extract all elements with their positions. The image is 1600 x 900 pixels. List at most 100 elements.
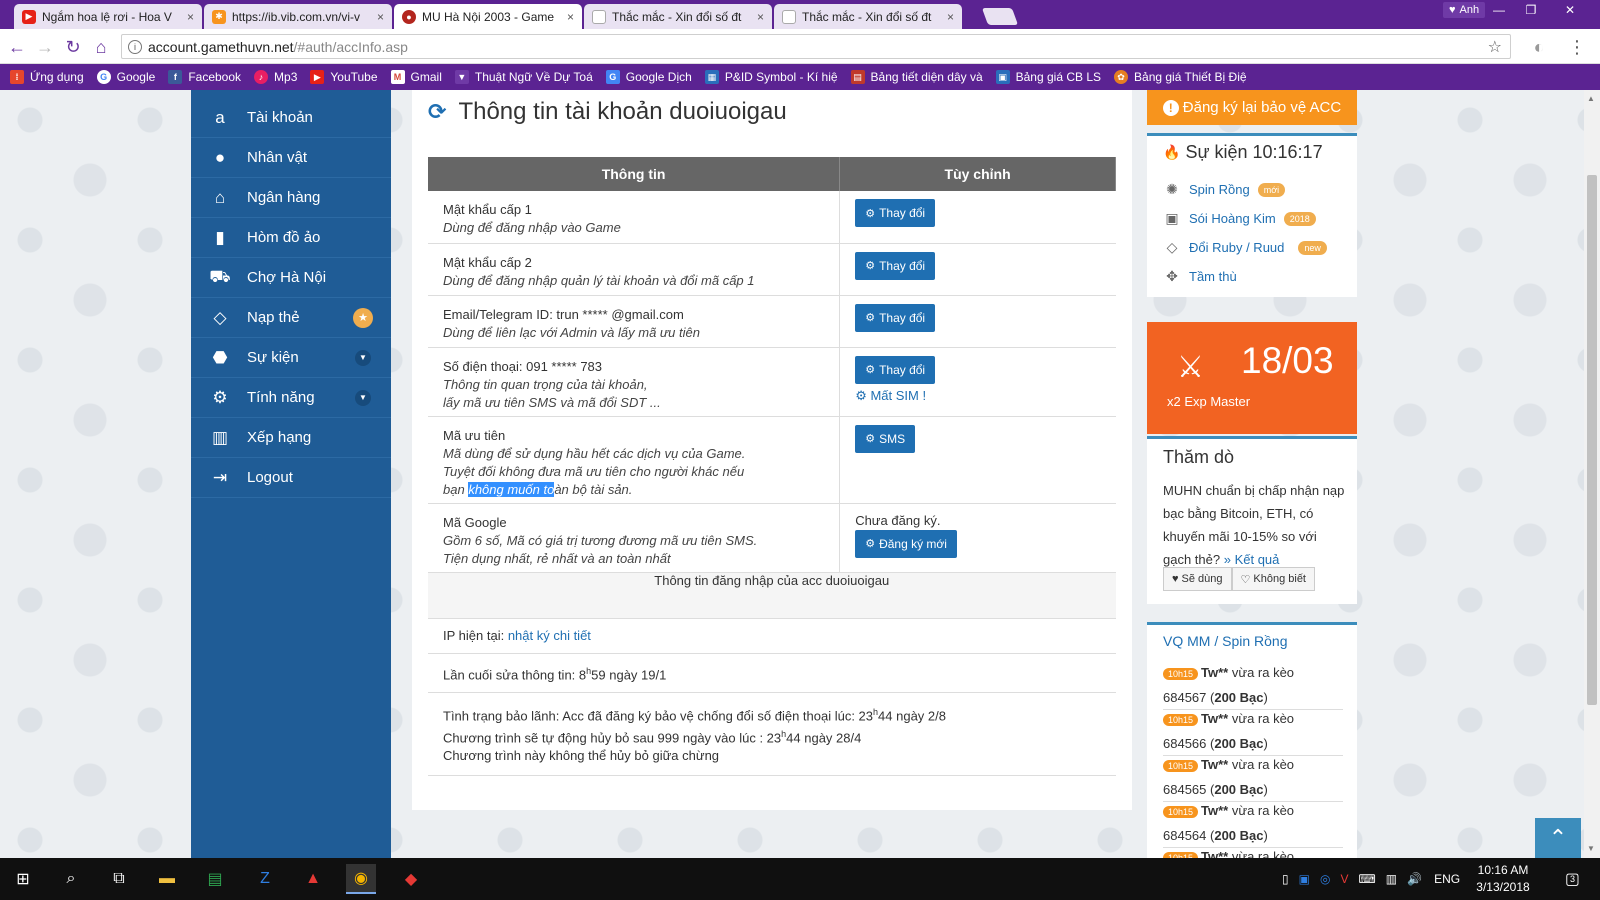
refresh-icon[interactable]: ⟳ (428, 99, 446, 125)
sms-button[interactable]: ⚙ SMS (855, 424, 916, 453)
youtube-favicon-icon: ▶ (22, 9, 36, 24)
sidebar-item-nap-the[interactable]: ◇ Nạp thẻ ★ (191, 298, 391, 338)
sidebar-item-xep-hang[interactable]: ▥ Xếp hạng (191, 418, 391, 458)
page-title: ⟳ Thông tin tài khoản duoiuoigau (428, 98, 787, 125)
app-icon[interactable]: ▤ (200, 864, 230, 894)
change-password1-button[interactable]: ⚙ Thay đổi (855, 199, 936, 227)
browser-tab[interactable]: ▶ Ngắm hoa lệ rơi - Hoa V × (14, 4, 202, 29)
menu-icon[interactable]: ⋮ (1566, 36, 1588, 58)
network-icon[interactable]: ▥ (1386, 872, 1397, 886)
vib-favicon-icon: ✱ (212, 9, 226, 24)
tray-icon[interactable]: V (1340, 872, 1348, 886)
forward-icon[interactable]: → (34, 36, 56, 58)
bookmarks-bar: ⁞ Ứng dụng G Google f Facebook ♪ Mp3 ▶ YouTub… (0, 64, 1600, 90)
tray-icon[interactable]: ⌨ (1358, 872, 1375, 886)
page-scrollbar[interactable]: ▲ ▼ (1584, 90, 1600, 858)
bookmark-star-icon[interactable]: ☆ (1488, 37, 1502, 57)
event-item[interactable]: ▣ Sói Hoàng Kim 2018 (1163, 210, 1316, 227)
reload-icon[interactable]: ↻ (62, 36, 84, 58)
vq-mm-link[interactable]: VQ MM (1163, 633, 1210, 649)
close-window-icon[interactable]: ✕ (1550, 0, 1590, 20)
language-indicator[interactable]: ENG (1434, 872, 1460, 886)
page-favicon-icon (592, 9, 606, 24)
garena-icon[interactable]: ◆ (396, 864, 426, 894)
chrome-icon[interactable]: ◉ (346, 864, 376, 894)
notifications-icon[interactable]: ▢ 3 (1555, 864, 1585, 894)
events-box: 🔥 Sự kiện 10:16:17 ✺ Spin Rồng mới ▣ Sói Hoà… (1147, 133, 1357, 297)
bookmark-item[interactable]: ▼ Thuật Ngữ Về Dự Toá (454, 70, 593, 84)
bookmark-item[interactable]: G Google Dịch (605, 70, 692, 84)
close-tab-icon[interactable]: × (187, 10, 194, 24)
scroll-down-icon[interactable]: ▼ (1587, 844, 1595, 853)
bookmark-item[interactable]: M Gmail (390, 70, 442, 84)
bookmark-item[interactable]: ▦ P&ID Symbol - Kí hiệ (704, 70, 838, 84)
back-icon[interactable]: ← (6, 36, 28, 58)
tray-icon[interactable]: ◎ (1320, 872, 1330, 886)
browser-tab-active[interactable]: ● MU Hà Nội 2003 - Game × (394, 4, 582, 29)
lost-sim-link[interactable]: ⚙ Mất SIM ! (855, 388, 1115, 404)
event-item[interactable]: ◇ Đổi Ruby / Ruud new (1163, 239, 1327, 256)
scrollbar-thumb[interactable] (1587, 175, 1597, 705)
new-tab-button[interactable] (981, 8, 1019, 25)
event-item[interactable]: ✥ Tầm thù (1163, 268, 1237, 285)
chevron-down-icon[interactable]: ▼ (355, 389, 371, 406)
sidebar-item-tinh-nang[interactable]: ⚙ Tính năng ▼ (191, 378, 391, 418)
browser-tab[interactable]: Thắc mắc - Xin đổi số đt × (774, 4, 962, 29)
windows-start-icon[interactable]: ⊞ (8, 864, 38, 894)
bookmark-item[interactable]: G Google (96, 70, 155, 84)
login-history-link[interactable]: nhật ký chi tiết (508, 628, 591, 643)
sidebar-item-hom-do-ao[interactable]: ▮ Hòm đồ ảo (191, 218, 391, 258)
bookmark-item[interactable]: ♪ Mp3 (254, 70, 297, 84)
address-bar[interactable]: i account.gamethuvn.net/#auth/accInfo.as… (121, 34, 1511, 59)
tray-icon[interactable]: ▯ (1282, 872, 1289, 886)
browser-tab[interactable]: Thắc mắc - Xin đổi số đt × (584, 4, 772, 29)
poll-no-button[interactable]: ♡ Không biết (1231, 567, 1315, 591)
site-info-icon[interactable]: i (128, 39, 142, 54)
extension-icon[interactable]: ◐ (1528, 36, 1550, 58)
minimize-icon[interactable]: — (1484, 0, 1514, 20)
file-explorer-icon[interactable]: ▬ (152, 864, 182, 894)
scroll-to-top-button[interactable]: ⌃ (1535, 818, 1581, 858)
change-phone-button[interactable]: ⚙ Thay đổi (855, 355, 936, 384)
bookmark-item[interactable]: ⁞ Ứng dụng (10, 70, 84, 84)
close-tab-icon[interactable]: × (947, 10, 954, 24)
protect-acc-button[interactable]: ! Đăng ký lại bảo vệ ACC (1147, 90, 1357, 125)
poll-result-link[interactable]: » Kết quả (1224, 552, 1280, 567)
promo-banner[interactable]: ⚔ 18/03 x2 Exp Master (1147, 322, 1357, 434)
chevron-down-icon[interactable]: ▼ (355, 349, 371, 366)
table-row: Lần cuối sửa thông tin: 8h59 ngày 19/1 (428, 653, 1116, 693)
bookmark-item[interactable]: ▶ YouTube (310, 70, 378, 84)
sidebar-item-su-kien[interactable]: ⬣ Sự kiện ▼ (191, 338, 391, 378)
change-email-button[interactable]: ⚙ Thay đổi (855, 303, 936, 332)
restore-icon[interactable]: ❐ (1516, 0, 1546, 20)
taskbar-clock[interactable]: 10:16 AM 3/13/2018 (1463, 862, 1543, 896)
bookmark-item[interactable]: ▣ Bảng giá CB LS (995, 70, 1101, 84)
event-item[interactable]: ✺ Spin Rồng mới (1163, 181, 1286, 198)
bookmark-item[interactable]: f Facebook (168, 70, 241, 84)
volume-icon[interactable]: 🔊 (1407, 872, 1422, 886)
bookmark-item[interactable]: ✿ Bảng giá Thiết Bị Điệ (1114, 70, 1247, 84)
tray-icon[interactable]: ▣ (1299, 872, 1310, 886)
task-view-icon[interactable]: ⧉ (104, 864, 134, 894)
close-tab-icon[interactable]: × (377, 10, 384, 24)
sidebar-item-logout[interactable]: ⇥ Logout (191, 458, 391, 498)
sidebar-item-nhan-vat[interactable]: ● Nhân vật (191, 138, 391, 178)
zalo-icon[interactable]: Z (250, 864, 280, 894)
close-tab-icon[interactable]: × (567, 10, 574, 24)
search-icon[interactable]: ⌕ (56, 864, 86, 894)
gear-icon: ⚙ (865, 433, 876, 445)
change-password2-button[interactable]: ⚙ Thay đổi (855, 251, 936, 280)
browser-tab[interactable]: ✱ https://ib.vib.com.vn/vi-v × (204, 4, 392, 29)
autocad-icon[interactable]: ▲ (298, 864, 328, 894)
poll-yes-button[interactable]: ♥ Sẽ dùng (1163, 567, 1232, 591)
bookmark-item[interactable]: ▤ Bảng tiết diện dây và (850, 70, 983, 84)
sidebar-item-tai-khoan[interactable]: a Tài khoản (191, 98, 391, 138)
sidebar-item-cho-ha-noi[interactable]: ⛟ Chợ Hà Nội (191, 258, 391, 298)
scroll-up-icon[interactable]: ▲ (1587, 94, 1595, 103)
close-tab-icon[interactable]: × (757, 10, 764, 24)
profile-button[interactable]: ♥ Anh (1443, 2, 1486, 18)
sidebar-item-ngan-hang[interactable]: ⌂ Ngân hàng (191, 178, 391, 218)
register-google-button[interactable]: ⚙ Đăng ký mới (855, 529, 957, 558)
home-icon[interactable]: ⌂ (90, 36, 112, 58)
spin-rong-link[interactable]: Spin Rồng (1222, 633, 1287, 649)
